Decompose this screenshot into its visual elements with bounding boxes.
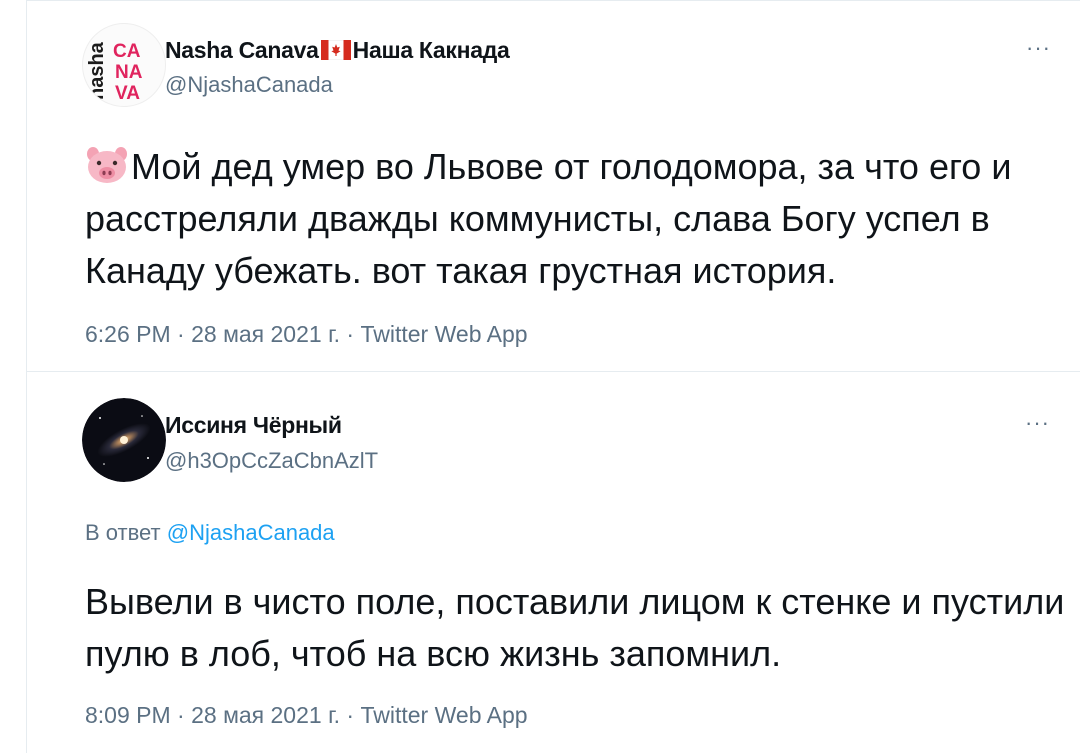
reply-prefix: В ответ <box>85 520 161 545</box>
tweet-text-content: Мой дед умер во Львове от голодомора, за… <box>85 146 1012 291</box>
more-icon[interactable]: ··· <box>1025 410 1050 436</box>
pig-face-icon <box>87 147 127 183</box>
svg-text:nasha: nasha <box>86 41 108 100</box>
nasha-canava-logo-icon: nasha CA NA VA <box>86 41 143 104</box>
reply-context: В ответ @NjashaCanada <box>85 520 335 546</box>
reply-to-handle-link[interactable]: @NjashaCanada <box>167 520 335 545</box>
galaxy-avatar-icon <box>82 398 166 482</box>
tweet-text: Вывели в чисто поле, поставили лицом к с… <box>85 581 1065 674</box>
username-handle[interactable]: @NjashaCanada <box>165 72 333 98</box>
avatar[interactable]: nasha CA NA VA <box>82 23 166 107</box>
more-icon[interactable]: ··· <box>1026 35 1051 61</box>
svg-text:VA: VA <box>115 83 140 104</box>
username-handle[interactable]: @h3OpCcZaCbnAzlT <box>165 448 378 474</box>
canada-flag-icon <box>320 40 351 60</box>
svg-text:CA: CA <box>113 41 141 62</box>
display-name-part1: Nasha Canava <box>165 37 319 63</box>
tweet-timestamp[interactable]: 6:26 PM · 28 мая 2021 г. · Twitter Web A… <box>85 321 528 348</box>
svg-text:NA: NA <box>115 62 143 83</box>
avatar[interactable] <box>82 398 166 482</box>
timeline: nasha CA NA VA Nasha Canava Наша Какнада… <box>26 0 1080 753</box>
display-name-part2: Наша Какнада <box>352 37 510 63</box>
tweet-timestamp[interactable]: 8:09 PM · 28 мая 2021 г. · Twitter Web A… <box>85 702 528 729</box>
display-name[interactable]: Иссиня Чёрный <box>165 412 342 439</box>
tweet-card-original[interactable]: nasha CA NA VA Nasha Canava Наша Какнада… <box>27 0 1080 372</box>
tweet-text: Мой дед умер во Львове от голодомора, за… <box>85 141 1065 297</box>
display-name[interactable]: Nasha Canava Наша Какнада <box>165 37 510 64</box>
